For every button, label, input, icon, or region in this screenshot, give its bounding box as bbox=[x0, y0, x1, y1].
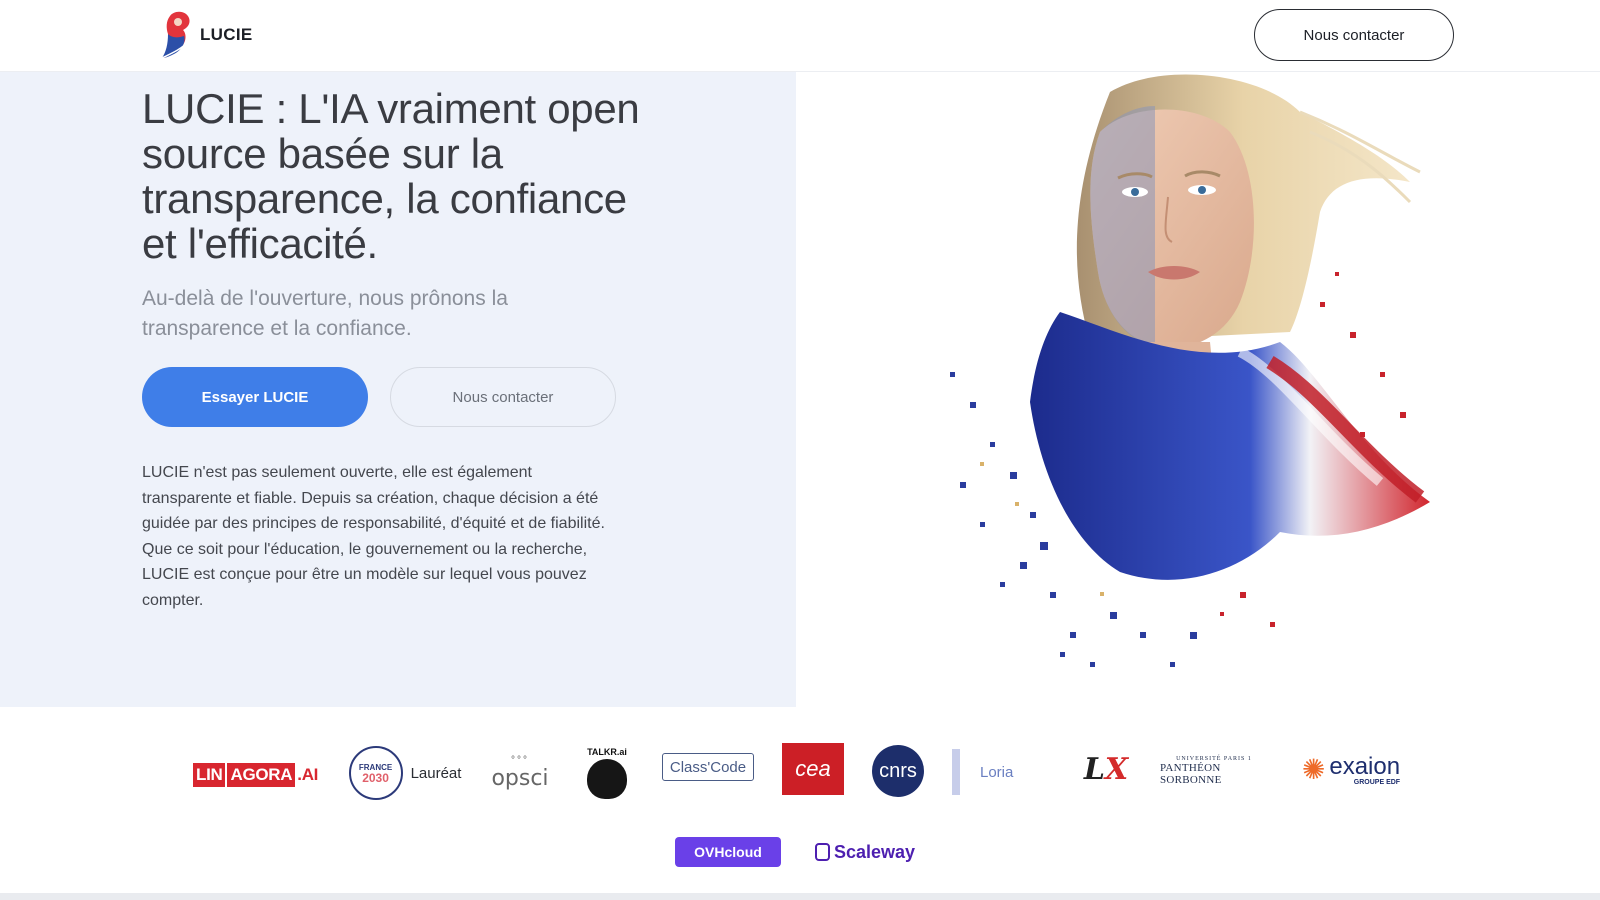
opsci-logo[interactable]: °°° opsci bbox=[488, 743, 552, 803]
france-2030-ring: FRANCE 2030 bbox=[348, 746, 403, 800]
hero-section: LUCIE : L'IA vraiment open source basée … bbox=[0, 72, 796, 707]
pantheon-sorbonne-logo[interactable]: UNIVERSITÉ PARIS 1 PANTHÉON SORBONNE bbox=[1160, 751, 1268, 791]
pantheon-main-text: PANTHÉON SORBONNE bbox=[1160, 762, 1222, 786]
loria-logo[interactable]: Loria bbox=[952, 749, 1048, 795]
talkr-mark-icon bbox=[587, 759, 627, 799]
linagora-ai: .AI bbox=[297, 765, 319, 784]
hero-contact-button[interactable]: Nous contacter bbox=[390, 367, 616, 427]
talkr-logo[interactable]: TALKR.ai bbox=[584, 741, 630, 805]
exaion-group: GROUPE EDF bbox=[1353, 778, 1401, 786]
logo-text: LUCIE bbox=[200, 25, 253, 44]
linagora-logo[interactable]: LIN AGORA .AI bbox=[193, 762, 318, 788]
scaleway-text: Scaleway bbox=[833, 841, 916, 862]
linagora-agora: AGORA bbox=[227, 763, 296, 787]
lix-x: X bbox=[1104, 751, 1129, 787]
ovhcloud-logo[interactable]: OVHcloud bbox=[675, 837, 781, 867]
lix-l: L bbox=[1083, 751, 1105, 787]
ovhcloud-text: OVHcloud bbox=[694, 844, 762, 860]
opsci-text: opsci bbox=[491, 766, 549, 791]
laureat-label: Lauréat bbox=[410, 764, 462, 782]
hero-subtitle: Au-delà de l'ouverture, nous prônons la … bbox=[142, 287, 508, 340]
france-2030-logo[interactable]: FRANCE 2030 Lauréat bbox=[344, 745, 466, 801]
hero-title: LUCIE : L'IA vraiment open source basée … bbox=[142, 85, 640, 267]
talkr-text: TALKR.ai bbox=[587, 747, 627, 757]
partners-section: LIN AGORA .AI FRANCE 2030 Lauréat °°° opsc… bbox=[0, 707, 1600, 900]
lucie-logo[interactable]: LUCIE bbox=[156, 8, 253, 62]
hero-description: LUCIE n'est pas seulement ouverte, elle … bbox=[142, 464, 605, 609]
exaion-word: exaion bbox=[1329, 752, 1401, 780]
scaleway-mark-icon bbox=[814, 843, 830, 861]
france-2030-year: 2030 bbox=[362, 771, 389, 785]
linagora-lin: LIN bbox=[193, 763, 226, 787]
hero-portrait-image bbox=[950, 74, 1430, 667]
opsci-dots-icon: °°° bbox=[511, 755, 529, 766]
cnrs-logo[interactable]: cnrs bbox=[872, 745, 924, 797]
scaleway-logo[interactable]: Scaleway bbox=[812, 837, 918, 867]
lix-logo[interactable]: LX bbox=[1082, 745, 1130, 793]
exaion-text-block: exaion GROUPE EDF bbox=[1329, 753, 1400, 786]
page-bottom-bar bbox=[0, 893, 1600, 900]
exaion-logo[interactable]: ✺ exaion GROUPE EDF bbox=[1296, 745, 1406, 793]
marianne-logo-icon bbox=[161, 11, 190, 59]
site-header: LUCIE Nous contacter bbox=[0, 0, 1600, 72]
exaion-mark-icon: ✺ bbox=[1301, 753, 1326, 785]
cea-logo[interactable]: cea bbox=[782, 743, 844, 795]
header-contact-button[interactable]: Nous contacter bbox=[1254, 9, 1454, 61]
try-lucie-button[interactable]: Essayer LUCIE bbox=[142, 367, 368, 427]
classcode-logo[interactable]: Class'Code bbox=[662, 753, 754, 781]
